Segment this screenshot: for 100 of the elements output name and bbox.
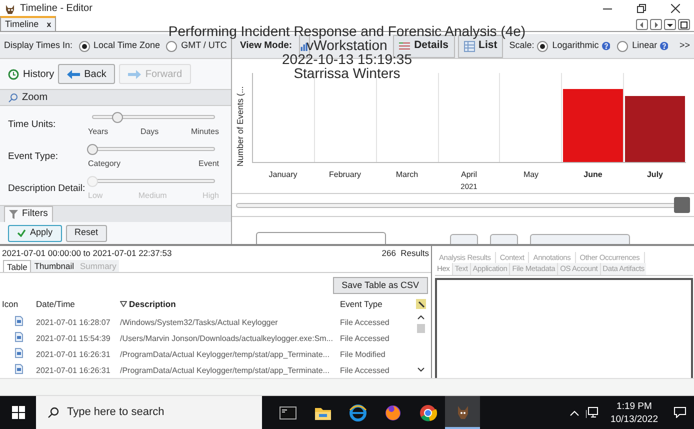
grid-icon [464,40,475,52]
e-letter-icon [348,404,366,422]
field-label: Display Times In: [4,39,73,52]
tab-close-button[interactable]: x [46,18,52,30]
clock-date[interactable]: 10/13/2022 [610,412,658,426]
reset-button[interactable]: Reset [66,224,108,242]
check-icon [17,229,26,237]
table-cell: 2021-07-01 16:28:07 [36,318,110,327]
scroll-left-button[interactable] [636,19,648,30]
table-cell: 2021-07-01 15:54:39 [36,334,110,343]
field-label: View Mode: [240,38,292,53]
save-csv-button[interactable]: Save Table as CSV [332,276,428,294]
help-icon [660,41,668,51]
speech-bubble-icon [674,407,686,418]
tick-label: Years [88,126,108,138]
result-tab[interactable]: Table [3,260,32,272]
scroll-right-button[interactable] [650,19,662,30]
month-label: February [328,169,361,181]
dog-icon [4,2,16,14]
windows-icon [12,406,24,419]
radio-label[interactable]: Local Time Zone [94,39,160,53]
month-label: May [523,169,539,181]
overlay-text: vWorkstation [306,38,388,52]
table-cell: /ProgramData/Actual Keylogger/temp/stat/app_Terminate... [120,350,330,359]
month-label: January [268,169,298,181]
column-header[interactable]: Icon [2,298,18,311]
month-label: April [460,169,477,181]
filters-tab[interactable]: Filters [4,206,53,222]
search-field[interactable]: Type here to search [36,396,262,429]
table-cell: /Windows/System32/Tasks/Actual Keylogger [120,318,278,327]
radio-button[interactable] [166,40,178,52]
chrome-icon [418,404,436,422]
left-arrow-icon [67,70,80,78]
maximize-icon [679,20,689,30]
terminal-icon [278,404,296,422]
tick-label: Event [198,158,219,170]
apply-button[interactable]: Apply [8,224,62,242]
radio-label[interactable]: Linear [632,39,658,53]
input-field[interactable] [256,232,386,244]
table-cell: File Modified [340,350,386,359]
maximize-button[interactable] [678,19,690,30]
clock-time[interactable]: 1:19 PM [616,400,652,412]
month-label: March [396,169,418,181]
radio-label[interactable]: GMT / UTC [181,39,227,53]
document-icon [15,316,23,326]
tick-label: High [202,190,219,202]
document-icon [15,332,23,342]
restore-icon [636,4,646,13]
slider-label: Event Type: [8,150,59,164]
fox-globe-icon [384,404,402,422]
tick-label: Minutes [190,126,219,138]
help-icon [602,41,610,51]
axis-label: Number of Events (... [234,86,246,166]
filter-icon [9,210,18,219]
overlay-text: Starrissa Winters [294,66,400,80]
column-header[interactable]: Date/Time [36,298,75,311]
tick-label: Category [88,158,120,170]
tick-label: Low [88,190,103,202]
table-cell: File Accessed [340,318,390,327]
table-cell: /Users/Marvin Jonson/Downloads/actualkeylogger.exe:Sm... [120,334,333,343]
results-count: 266 Results [382,247,429,260]
tick-label: Medium [138,190,167,202]
radio-button[interactable] [537,40,548,52]
table-cell: 2021-07-01 16:26:31 [36,366,110,375]
document-icon [15,348,23,358]
monitor-icon [586,407,598,418]
slider-label: Description Detail: [8,182,86,196]
slider-thumb[interactable] [112,112,123,123]
month-label: June [584,169,602,181]
close-icon [670,4,680,13]
history-icon [8,68,19,80]
month-label: July [646,169,663,181]
radio-label[interactable]: Logarithmic [552,39,599,53]
slider-thumb[interactable] [87,144,98,155]
section-header: Zoom [0,89,231,106]
radio-button[interactable] [78,40,90,52]
column-header[interactable]: Event Type [340,298,382,311]
date-range-label: 2021-07-01 00:00:00 to 2021-07-01 22:37:53 [2,247,172,260]
sort-icon [120,301,127,308]
slider-label: Time Units: [8,118,57,132]
radio-button[interactable] [617,40,628,52]
document-icon [15,364,23,374]
dropdown-button[interactable] [664,19,676,30]
more-button[interactable]: >> [679,39,690,53]
table-cell: 2021-07-01 16:26:31 [36,350,110,359]
right-arrow-icon [128,70,142,78]
tick-label: Days [140,126,159,138]
field-label: Scale: [509,39,534,52]
search-icon [8,92,18,102]
table-cell: /ProgramData/Actual Keylogger/temp/stat/app_Terminate... [120,366,330,375]
table-cell: File Accessed [340,366,390,375]
window-title: Timeline - Editor [20,2,92,16]
column-header[interactable]: Description [129,298,176,311]
search-icon [48,407,59,418]
lines-icon [399,40,410,52]
result-tab[interactable]: Thumbnail [31,260,78,272]
slider-handle[interactable] [674,197,690,213]
history-label: History [23,68,54,82]
back-button[interactable]: Back [58,64,116,84]
editor-tab[interactable]: Timeline x [0,16,56,31]
